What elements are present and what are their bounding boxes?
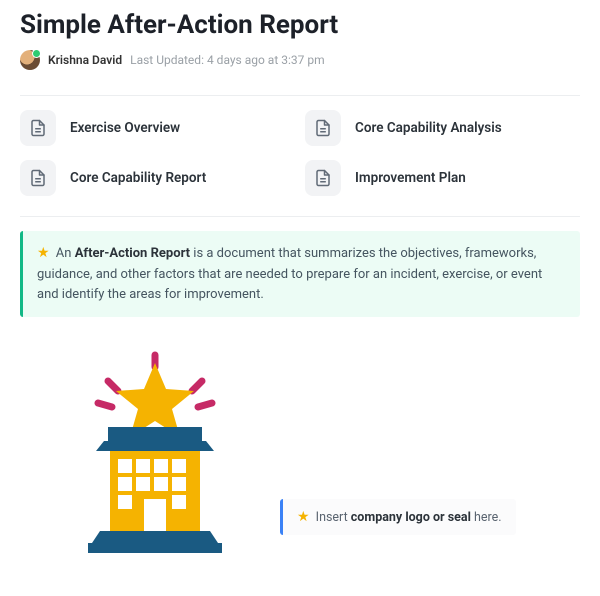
document-icon (305, 110, 341, 146)
author-name[interactable]: Krishna David (48, 53, 122, 67)
document-icon (20, 160, 56, 196)
last-updated: Last Updated: 4 days ago at 3:37 pm (130, 53, 325, 67)
definition-callout: ★ An After-Action Report is a document t… (20, 231, 580, 317)
insert-prefix: Insert (316, 510, 351, 525)
star-icon: ★ (37, 245, 50, 261)
divider (20, 95, 580, 96)
page-title: Simple After-Action Report (20, 10, 580, 40)
insert-rest: here. (471, 510, 502, 525)
hero-row: ★ Insert company logo or seal here. (20, 345, 580, 559)
callout-prefix: An (56, 246, 75, 261)
toc-item-improvement-plan[interactable]: Improvement Plan (305, 160, 580, 196)
toc-item-core-capability-report[interactable]: Core Capability Report (20, 160, 295, 196)
toc-label: Improvement Plan (355, 170, 466, 186)
author-avatar[interactable] (20, 50, 40, 70)
table-of-contents: Exercise Overview Core Capability Analys… (20, 110, 580, 196)
toc-label: Core Capability Report (70, 170, 206, 186)
callout-bold: After-Action Report (75, 246, 190, 261)
toc-item-core-capability-analysis[interactable]: Core Capability Analysis (305, 110, 580, 146)
insert-bold: company logo or seal (351, 510, 471, 525)
document-icon (305, 160, 341, 196)
toc-label: Exercise Overview (70, 120, 180, 136)
meta-row: Krishna David Last Updated: 4 days ago a… (20, 50, 580, 70)
toc-item-exercise-overview[interactable]: Exercise Overview (20, 110, 295, 146)
star-icon: ★ (297, 509, 310, 525)
insert-logo-callout[interactable]: ★ Insert company logo or seal here. (280, 499, 516, 535)
building-illustration (20, 345, 250, 559)
document-icon (20, 110, 56, 146)
divider (20, 216, 580, 217)
toc-label: Core Capability Analysis (355, 120, 502, 136)
